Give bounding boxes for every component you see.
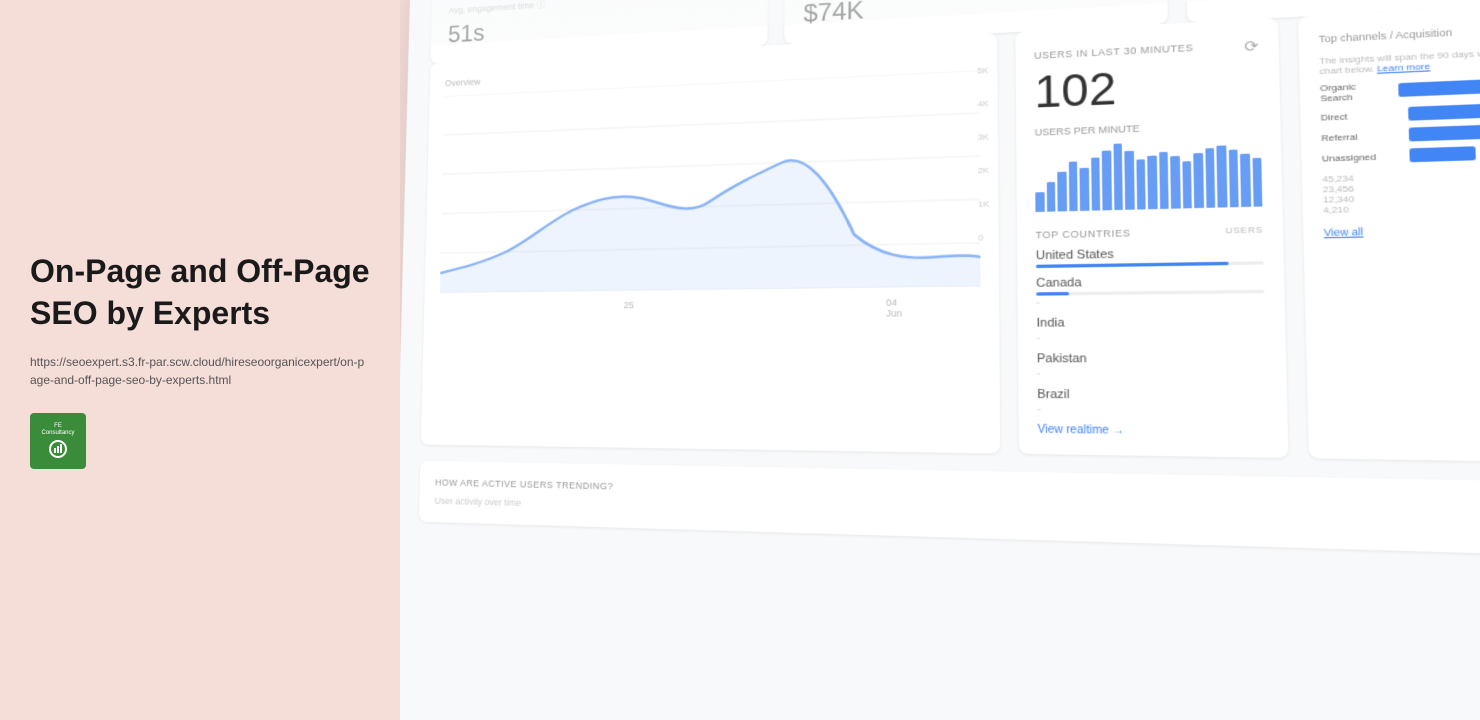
bar-20 [1252, 158, 1262, 207]
bar-7 [1102, 151, 1112, 211]
bar-17 [1216, 145, 1227, 207]
users-per-minute-chart [1035, 139, 1263, 212]
organic-bar [1398, 74, 1480, 97]
chart-y-labels: 5K 4K 3K 2K 1K 0 [977, 66, 989, 243]
country-row-pk: Pakistan - [1037, 352, 1266, 380]
left-panel: On-Page and Off-Page SEO by Experts http… [0, 0, 400, 720]
country-name-pk: Pakistan [1037, 352, 1266, 366]
bar-15 [1193, 153, 1203, 208]
view-realtime-link[interactable]: View realtime → [1037, 424, 1267, 439]
country-row-br: Brazil - [1037, 388, 1267, 417]
referral-bar [1409, 124, 1480, 142]
country-dash-pk: - [1037, 368, 1266, 380]
bar-8 [1113, 144, 1123, 211]
country-dash-br: - [1037, 404, 1267, 417]
page-title: On-Page and Off-Page SEO by Experts [30, 251, 370, 334]
side-description: The insights will span the 90 days with … [1319, 42, 1480, 76]
country-dash-ca: - [1036, 294, 1264, 307]
bottom-section: HOW ARE ACTIVE USERS TRENDING? User acti… [419, 461, 1480, 559]
side-panel: Top channels / Acquisition The insights … [1298, 0, 1480, 464]
value-labels: 45,234 23,456 12,340 4,210 [1322, 166, 1480, 216]
social-bar [1409, 146, 1476, 162]
bar-4 [1068, 162, 1077, 212]
bar-5 [1079, 168, 1088, 211]
bar-6 [1091, 157, 1101, 210]
top-countries-label: TOP COUNTRIES USERS [1036, 225, 1263, 241]
country-bar-us-bg [1036, 261, 1264, 268]
country-name-in: India [1036, 315, 1265, 330]
logo-text: FE Consultancy [38, 423, 78, 437]
side-bar-referral: Referral [1321, 120, 1480, 144]
bar-13 [1170, 156, 1180, 209]
direct-bar [1408, 101, 1480, 121]
perspective-wrapper: Avg. engagement time ⓘ 51s Total revenue… [400, 0, 1480, 720]
bar-12 [1159, 152, 1169, 209]
country-row-ca: Canada - [1036, 274, 1265, 308]
realtime-count: 102 [1034, 56, 1260, 119]
side-panel-title: Top channels / Acquisition [1319, 19, 1480, 45]
bar-3 [1057, 172, 1066, 212]
bar-11 [1147, 156, 1157, 210]
pm1-value: — [1208, 0, 1480, 4]
per-minute-label: USERS PER MINUTE [1035, 118, 1261, 138]
bar-1 [1035, 192, 1044, 212]
analytics-wrapper: Avg. engagement time ⓘ 51s Total revenue… [400, 0, 1480, 720]
line-chart-box: Overview [421, 33, 1000, 453]
bar-16 [1205, 148, 1215, 208]
side-bar-chart: Organic Search Direct Referral Unas [1320, 71, 1480, 165]
bar-10 [1136, 159, 1146, 209]
country-name-br: Brazil [1037, 388, 1267, 403]
logo-icon [49, 440, 67, 458]
blur-bottom [400, 685, 1480, 720]
country-bar-us [1036, 262, 1228, 268]
country-row-in: India - [1036, 315, 1265, 343]
realtime-refresh-icon[interactable]: ⟳ [1244, 37, 1259, 57]
view-all-link[interactable]: View all [1324, 221, 1480, 239]
country-name-ca: Canada [1036, 274, 1264, 290]
main-content-row: Overview [421, 0, 1480, 464]
bar-14 [1182, 161, 1192, 208]
bar-2 [1046, 182, 1055, 212]
bar-19 [1240, 154, 1250, 207]
country-dash-in: - [1037, 331, 1266, 343]
side-bar-direct: Direct [1321, 99, 1480, 124]
page-url: https://seoexpert.s3.fr-par.scw.cloud/hi… [30, 353, 370, 389]
country-bar-ca [1036, 292, 1069, 296]
bar-18 [1228, 150, 1238, 208]
country-name-us: United States [1036, 245, 1264, 262]
realtime-header: USERS IN LAST 30 MINUTES [1034, 42, 1194, 61]
line-chart-svg [440, 70, 981, 293]
country-row-us: United States [1036, 245, 1264, 268]
analytics-screenshot: Avg. engagement time ⓘ 51s Total revenue… [400, 0, 1480, 720]
logo-box: FE Consultancy [30, 413, 86, 469]
chart-x-labels: 25 04Jun [439, 296, 981, 322]
realtime-box: USERS IN LAST 30 MINUTES ⟳ 102 USERS PER… [1015, 18, 1288, 458]
side-bar-social: Unassigned [1322, 142, 1480, 165]
learn-more-link[interactable]: Learn more [1377, 61, 1430, 74]
side-bar-organic: Organic Search [1320, 71, 1480, 104]
bar-9 [1124, 151, 1134, 210]
